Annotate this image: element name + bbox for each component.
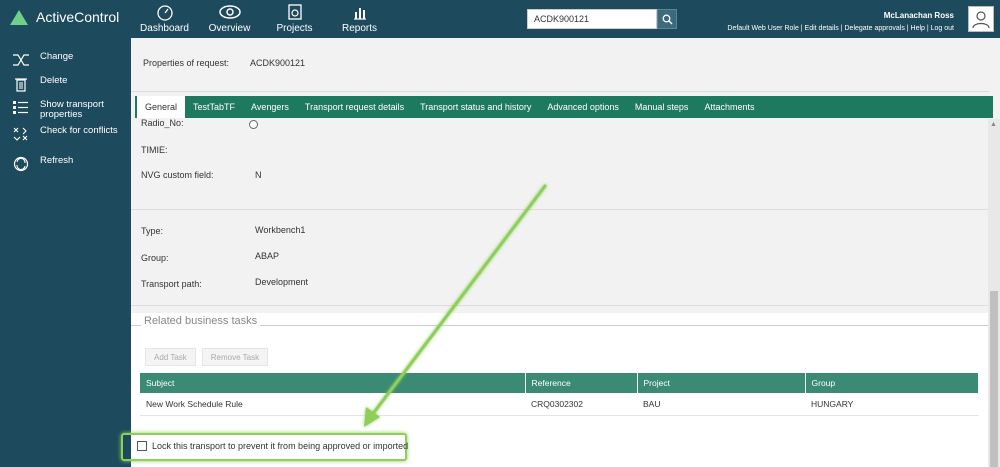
tab-transport-request-details[interactable]: Transport request details [297,96,412,118]
properties-header: Properties of request: ACDK900121 [131,38,989,92]
cell-reference: CRQ0302302 [525,393,637,416]
eye-icon [218,5,241,19]
add-task-button[interactable]: Add Task [145,348,196,366]
tab-avengers[interactable]: Avengers [243,96,297,118]
tab-bar: General TestTabTF Avengers Transport req… [135,96,993,118]
type-value: Workbench1 [255,225,306,235]
nav-overview-label: Overview [208,23,251,34]
sidebar-item-label: Show transport properties [40,99,104,120]
table-row[interactable]: New Work Schedule Rule CRQ0302302 BAU HU… [140,393,979,416]
nav-projects[interactable]: Projects [262,0,327,38]
search-input[interactable] [527,9,657,29]
nav-reports[interactable]: Reports [327,0,392,38]
sidebar-item-change[interactable]: Change [0,50,131,74]
radio-no-label: Radio_No: [141,118,184,128]
lock-transport-row[interactable]: Lock this transport to prevent it from b… [137,441,408,451]
dashboard-icon [156,5,173,21]
column-header-project[interactable]: Project [637,373,806,393]
cell-subject: New Work Schedule Rule [140,393,525,416]
lock-transport-label: Lock this transport to prevent it from b… [152,441,409,451]
properties-value: ACDK900121 [250,58,306,68]
search-button[interactable] [657,9,677,29]
lock-transport-checkbox[interactable] [137,441,147,451]
transport-path-label: Transport path: [141,279,202,289]
scrollbar-thumb[interactable] [990,291,998,467]
projects-icon [287,4,302,20]
user-name: McLanachan Ross [883,11,954,20]
tab-manual-steps[interactable]: Manual steps [627,96,697,118]
reports-icon [353,8,366,20]
change-icon [13,54,29,66]
sidebar-item-delete[interactable]: Delete [0,74,131,98]
search-icon [662,14,672,24]
sidebar-item-show-properties[interactable]: Show transport properties [0,98,131,124]
sidebar-item-label: Check for conflicts [40,125,118,136]
scroll-up-arrow-icon[interactable]: ▲ [990,121,997,128]
cell-group: HUNGARY [805,393,979,416]
nav-projects-label: Projects [276,23,313,34]
tab-transport-status-history[interactable]: Transport status and history [412,96,539,118]
tab-content: Radio_No: TIMIE: NVG custom field: N Typ… [131,118,989,467]
user-info: McLanachan Ross Default Web User Role | … [727,11,954,32]
type-label: Type: [141,226,164,236]
sidebar-item-label: Delete [40,75,68,86]
table-header-row: Subject Reference Project Group [140,373,979,393]
search-box [527,9,677,29]
logo-triangle-icon [10,9,28,25]
trash-icon [15,78,27,92]
main-nav: Dashboard Overview Projects Reports [132,0,392,38]
conflicts-icon [13,127,28,141]
avatar[interactable] [968,6,994,32]
properties-label: Properties of request: [143,58,230,68]
cell-project: BAU [637,393,805,416]
radio-no-button[interactable] [249,120,258,129]
nvg-value: N [255,170,262,180]
main-area: Properties of request: ACDK900121 Genera… [131,38,1000,467]
tab-attachments[interactable]: Attachments [696,96,762,118]
timie-label: TIMIE: [141,145,168,155]
sidebar-item-check-conflicts[interactable]: Check for conflicts [0,124,131,148]
column-header-subject[interactable]: Subject [140,373,526,393]
refresh-icon [13,156,29,172]
top-bar: ActiveControl Dashboard Overview Project… [0,0,1000,38]
sidebar: Change Delete Show transport properties … [0,38,131,467]
column-header-group[interactable]: Group [805,373,979,393]
remove-task-button[interactable]: Remove Task [201,348,269,366]
group-label: Group: [141,253,169,263]
related-tasks-legend: Related business tasks [141,315,261,327]
group-value: ABAP [255,251,280,261]
user-links[interactable]: Default Web User Role | Edit details | D… [727,25,954,32]
nav-reports-label: Reports [341,23,377,34]
app-logo[interactable]: ActiveControl [10,9,119,25]
sidebar-item-refresh[interactable]: Refresh [0,154,131,178]
transport-path-value: Development [255,277,309,287]
related-tasks-table: Subject Reference Project Group New Work… [140,373,979,416]
nvg-label: NVG custom field: [141,170,214,180]
tab-testtabtf[interactable]: TestTabTF [185,96,243,118]
related-tasks-section: Related business tasks Add Task Remove T… [131,313,989,433]
list-icon [13,101,28,114]
details-panel: Type: Workbench1 Group: ABAP Transport p… [131,214,989,306]
vertical-scrollbar[interactable]: ▲ [988,119,1000,467]
column-header-reference[interactable]: Reference [525,373,638,393]
sidebar-item-label: Refresh [40,155,74,166]
user-icon [972,11,990,29]
nav-dashboard-label: Dashboard [140,23,189,34]
nav-dashboard[interactable]: Dashboard [132,0,197,38]
task-button-row: Add Task Remove Task [145,348,269,366]
app-name: ActiveControl [36,9,120,25]
tab-advanced-options[interactable]: Advanced options [539,96,627,118]
tab-general[interactable]: General [137,96,186,118]
nav-overview[interactable]: Overview [197,0,262,38]
custom-fields-panel: Radio_No: TIMIE: NVG custom field: N [131,118,989,210]
sidebar-item-label: Change [40,51,74,62]
